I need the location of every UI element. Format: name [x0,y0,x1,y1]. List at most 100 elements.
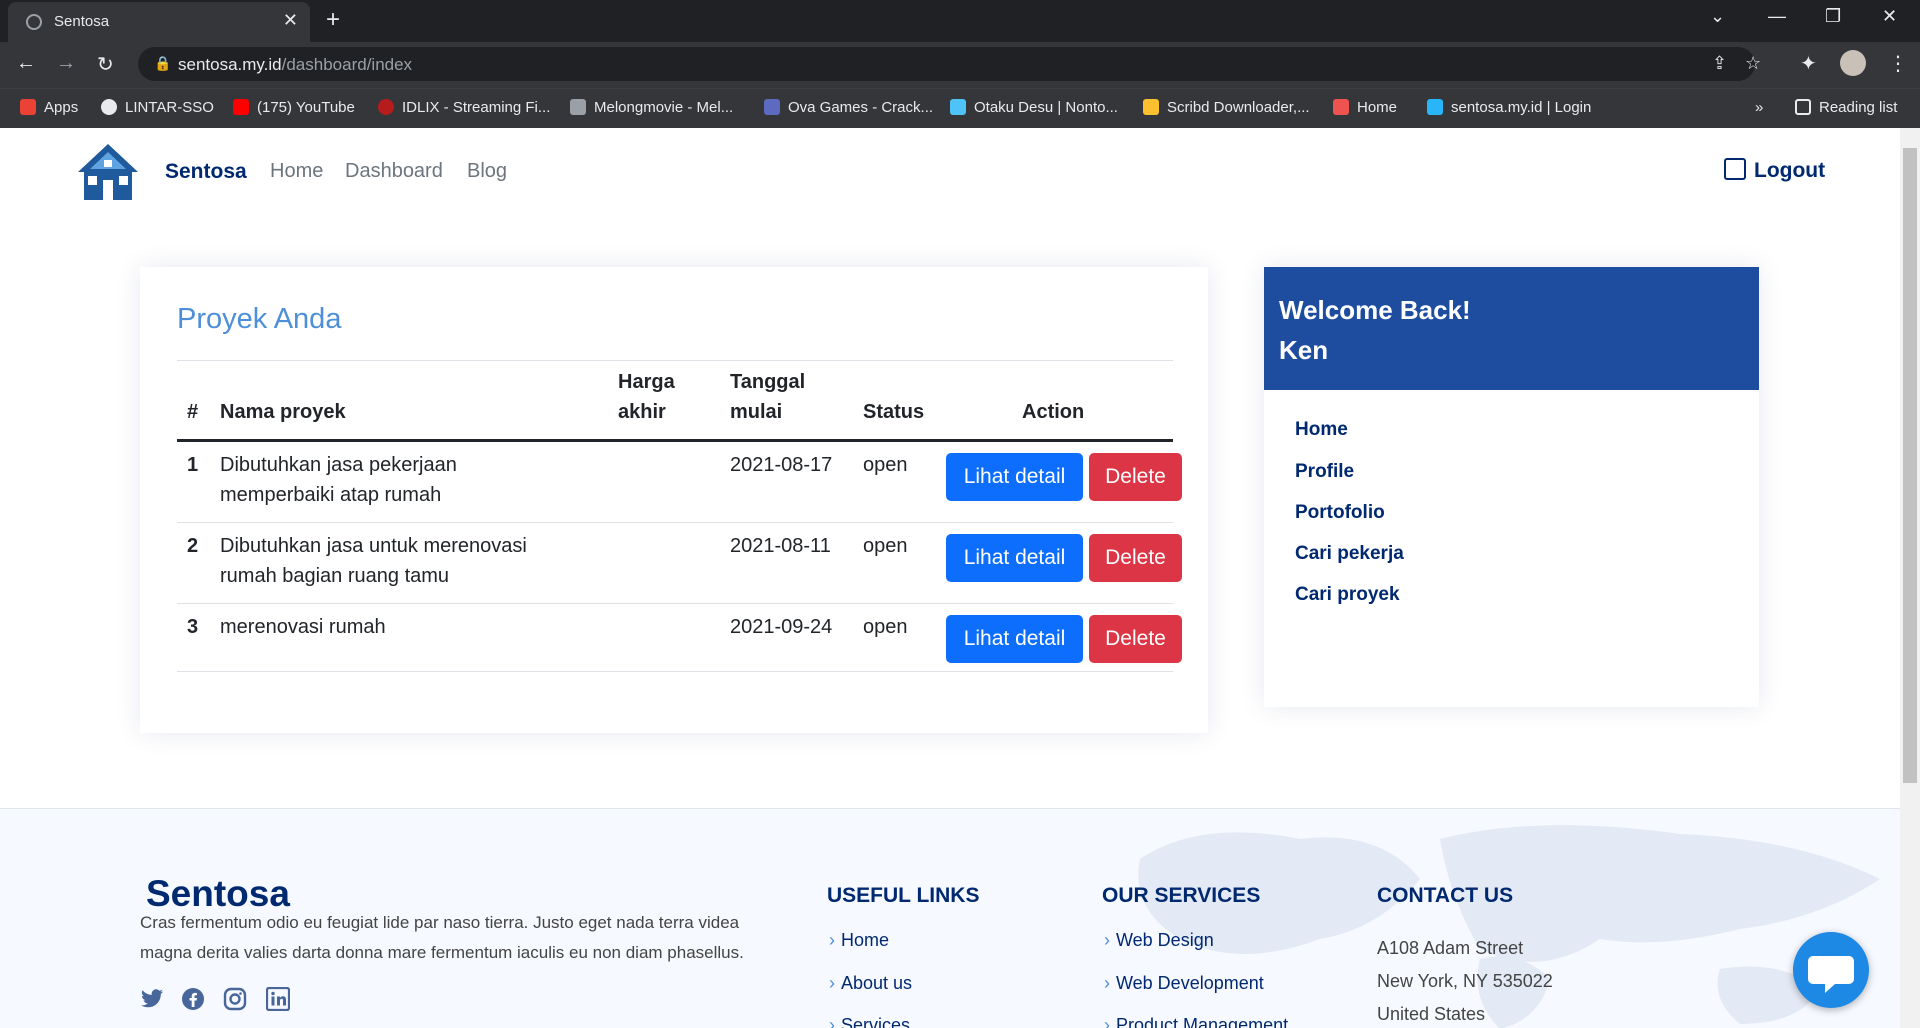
globe-icon [26,14,42,30]
contact-country: United States [1377,1004,1486,1024]
bookmark-item[interactable]: LINTAR-SSO [101,99,214,116]
sidebar-link-profile[interactable]: Profile [1295,461,1354,483]
row-1-num: 1 [187,454,199,476]
reading-list-button[interactable]: Reading list [1795,99,1897,116]
share-icon[interactable]: ⇪ [1712,53,1727,74]
row-2-detail-button[interactable]: Lihat detail [946,534,1083,582]
row-2-delete-button[interactable]: Delete [1089,534,1182,582]
page-viewport: Sentosa Home Dashboard Blog Logout Proye… [0,128,1920,1028]
row-3-name-line-1: merenovasi rumah [220,616,386,638]
facebook-icon[interactable] [181,987,205,1011]
bookmark-item[interactable]: sentosa.my.id | Login [1427,99,1591,116]
logout-icon [1724,158,1746,180]
row-3-status: open [863,616,908,638]
page-scrollbar[interactable] [1900,128,1920,1028]
nav-blog-link[interactable]: Blog [467,160,507,183]
back-icon[interactable]: ← [16,52,36,75]
url-text[interactable]: sentosa.my.id/dashboard/index [178,55,412,75]
new-tab-icon[interactable]: + [326,6,340,34]
address-bar[interactable]: 🔒 sentosa.my.id/dashboard/index ⇪ ☆ [138,47,1761,81]
row-divider [177,671,1173,672]
sidebar-link-cari-proyek[interactable]: Cari proyek [1295,584,1400,606]
instagram-icon[interactable] [223,987,247,1011]
extensions-icon[interactable]: ✦ [1800,51,1817,76]
scrollbar-thumb[interactable] [1903,148,1917,783]
bookmark-item[interactable]: Scribd Downloader,... [1143,99,1310,116]
close-window-icon[interactable]: ✕ [1882,6,1897,27]
row-3-detail-button[interactable]: Lihat detail [946,615,1083,663]
projects-title: Proyek Anda [177,303,342,335]
row-2-date: 2021-08-11 [730,535,831,557]
row-3-delete-button[interactable]: Delete [1089,615,1182,663]
row-1-detail-button[interactable]: Lihat detail [946,453,1083,501]
tab-search-icon[interactable]: ⌄ [1710,6,1725,27]
row-1-delete-button[interactable]: Delete [1089,453,1182,501]
col-header-action: Action [1022,401,1085,423]
bookmark-item[interactable]: Melongmovie - Mel... [570,99,733,116]
row-1-status: open [863,454,908,476]
row-1-name-line-2: memperbaiki atap rumah [220,484,442,506]
footer-link-services[interactable]: Services [829,1015,910,1028]
tab-title: Sentosa [54,13,110,30]
contact-city: New York, NY 535022 [1377,971,1553,991]
bookmark-item[interactable]: IDLIX - Streaming Fi... [378,99,550,116]
bookmark-item[interactable]: Ova Games - Crack... [764,99,933,116]
more-bookmarks-icon[interactable]: » [1755,99,1763,116]
close-tab-icon[interactable]: ✕ [283,10,298,31]
row-2-status: open [863,535,908,557]
row-divider [177,522,1173,523]
bookmark-item[interactable]: Otaku Desu | Nonto... [950,99,1118,116]
brand-name[interactable]: Sentosa [165,160,247,184]
sidebar-link-home[interactable]: Home [1295,419,1348,441]
restore-icon[interactable]: ❐ [1825,6,1841,27]
sidebar-link-portofolio[interactable]: Portofolio [1295,502,1385,524]
col-header-name: Nama proyek [220,401,346,423]
menu-kebab-icon[interactable]: ⋮ [1888,51,1908,76]
chat-bubble-icon [1808,956,1854,993]
footer-service-web-design[interactable]: Web Design [1104,930,1214,951]
footer-link-about-us[interactable]: About us [829,973,912,994]
nav-dashboard-link[interactable]: Dashboard [345,160,443,183]
contact-street: A108 Adam Street [1377,938,1524,958]
logout-button[interactable]: Logout [1724,158,1825,183]
useful-links-title: USEFUL LINKS [827,884,980,907]
profile-avatar[interactable] [1840,50,1866,76]
welcome-header: Welcome Back! Ken [1264,267,1759,390]
row-2-name-line-2: rumah bagian ruang tamu [220,565,450,587]
bookmark-star-icon[interactable]: ☆ [1745,53,1761,74]
browser-toolbar: ← → ↻ 🔒 sentosa.my.id/dashboard/index ⇪ … [0,42,1920,88]
col-header-num: # [187,401,199,423]
sentosa-icon [1427,99,1443,115]
footer-link-home[interactable]: Home [829,930,889,951]
row-3-date: 2021-09-24 [730,616,833,638]
bookmark-item[interactable]: Apps [20,99,78,116]
footer-service-product-management[interactable]: Product Management [1104,1015,1288,1028]
linkedin-icon[interactable] [266,987,290,1011]
our-services-title: OUR SERVICES [1102,884,1261,907]
apps-grid-icon [20,99,36,115]
reload-icon[interactable]: ↻ [97,52,114,77]
col-header-price-1: Harga [618,371,675,393]
projects-card: Proyek Anda # Nama proyek Harga akhir Ta… [140,267,1208,733]
scribd-icon [1143,99,1159,115]
browser-tab-strip: Sentosa ✕ + ⌄ — ❐ ✕ [0,0,1920,42]
site-footer: Sentosa Cras fermentum odio eu feugiat l… [0,808,1900,1028]
nav-home-link[interactable]: Home [270,160,323,183]
col-header-date-1: Tanggal [730,371,806,393]
footer-service-web-development[interactable]: Web Development [1104,973,1264,994]
chat-button[interactable] [1793,932,1869,1008]
house-logo-icon[interactable] [76,142,140,202]
sidebar-link-cari-pekerja[interactable]: Cari pekerja [1295,543,1404,565]
forward-icon[interactable]: → [56,52,76,75]
row-2-num: 2 [187,535,199,557]
browser-tab[interactable]: Sentosa ✕ [8,2,310,42]
bookmark-item[interactable]: (175) YouTube [233,99,355,116]
bookmark-item[interactable]: Home [1333,99,1397,116]
youtube-icon [233,99,249,115]
melongmovie-icon [570,99,586,115]
twitter-icon[interactable] [140,987,164,1011]
lock-icon[interactable]: 🔒 [154,55,171,72]
col-header-date-2: mulai [730,401,783,423]
footer-description: Cras fermentum odio eu feugiat lide par … [140,913,744,962]
minimize-icon[interactable]: — [1768,6,1786,27]
